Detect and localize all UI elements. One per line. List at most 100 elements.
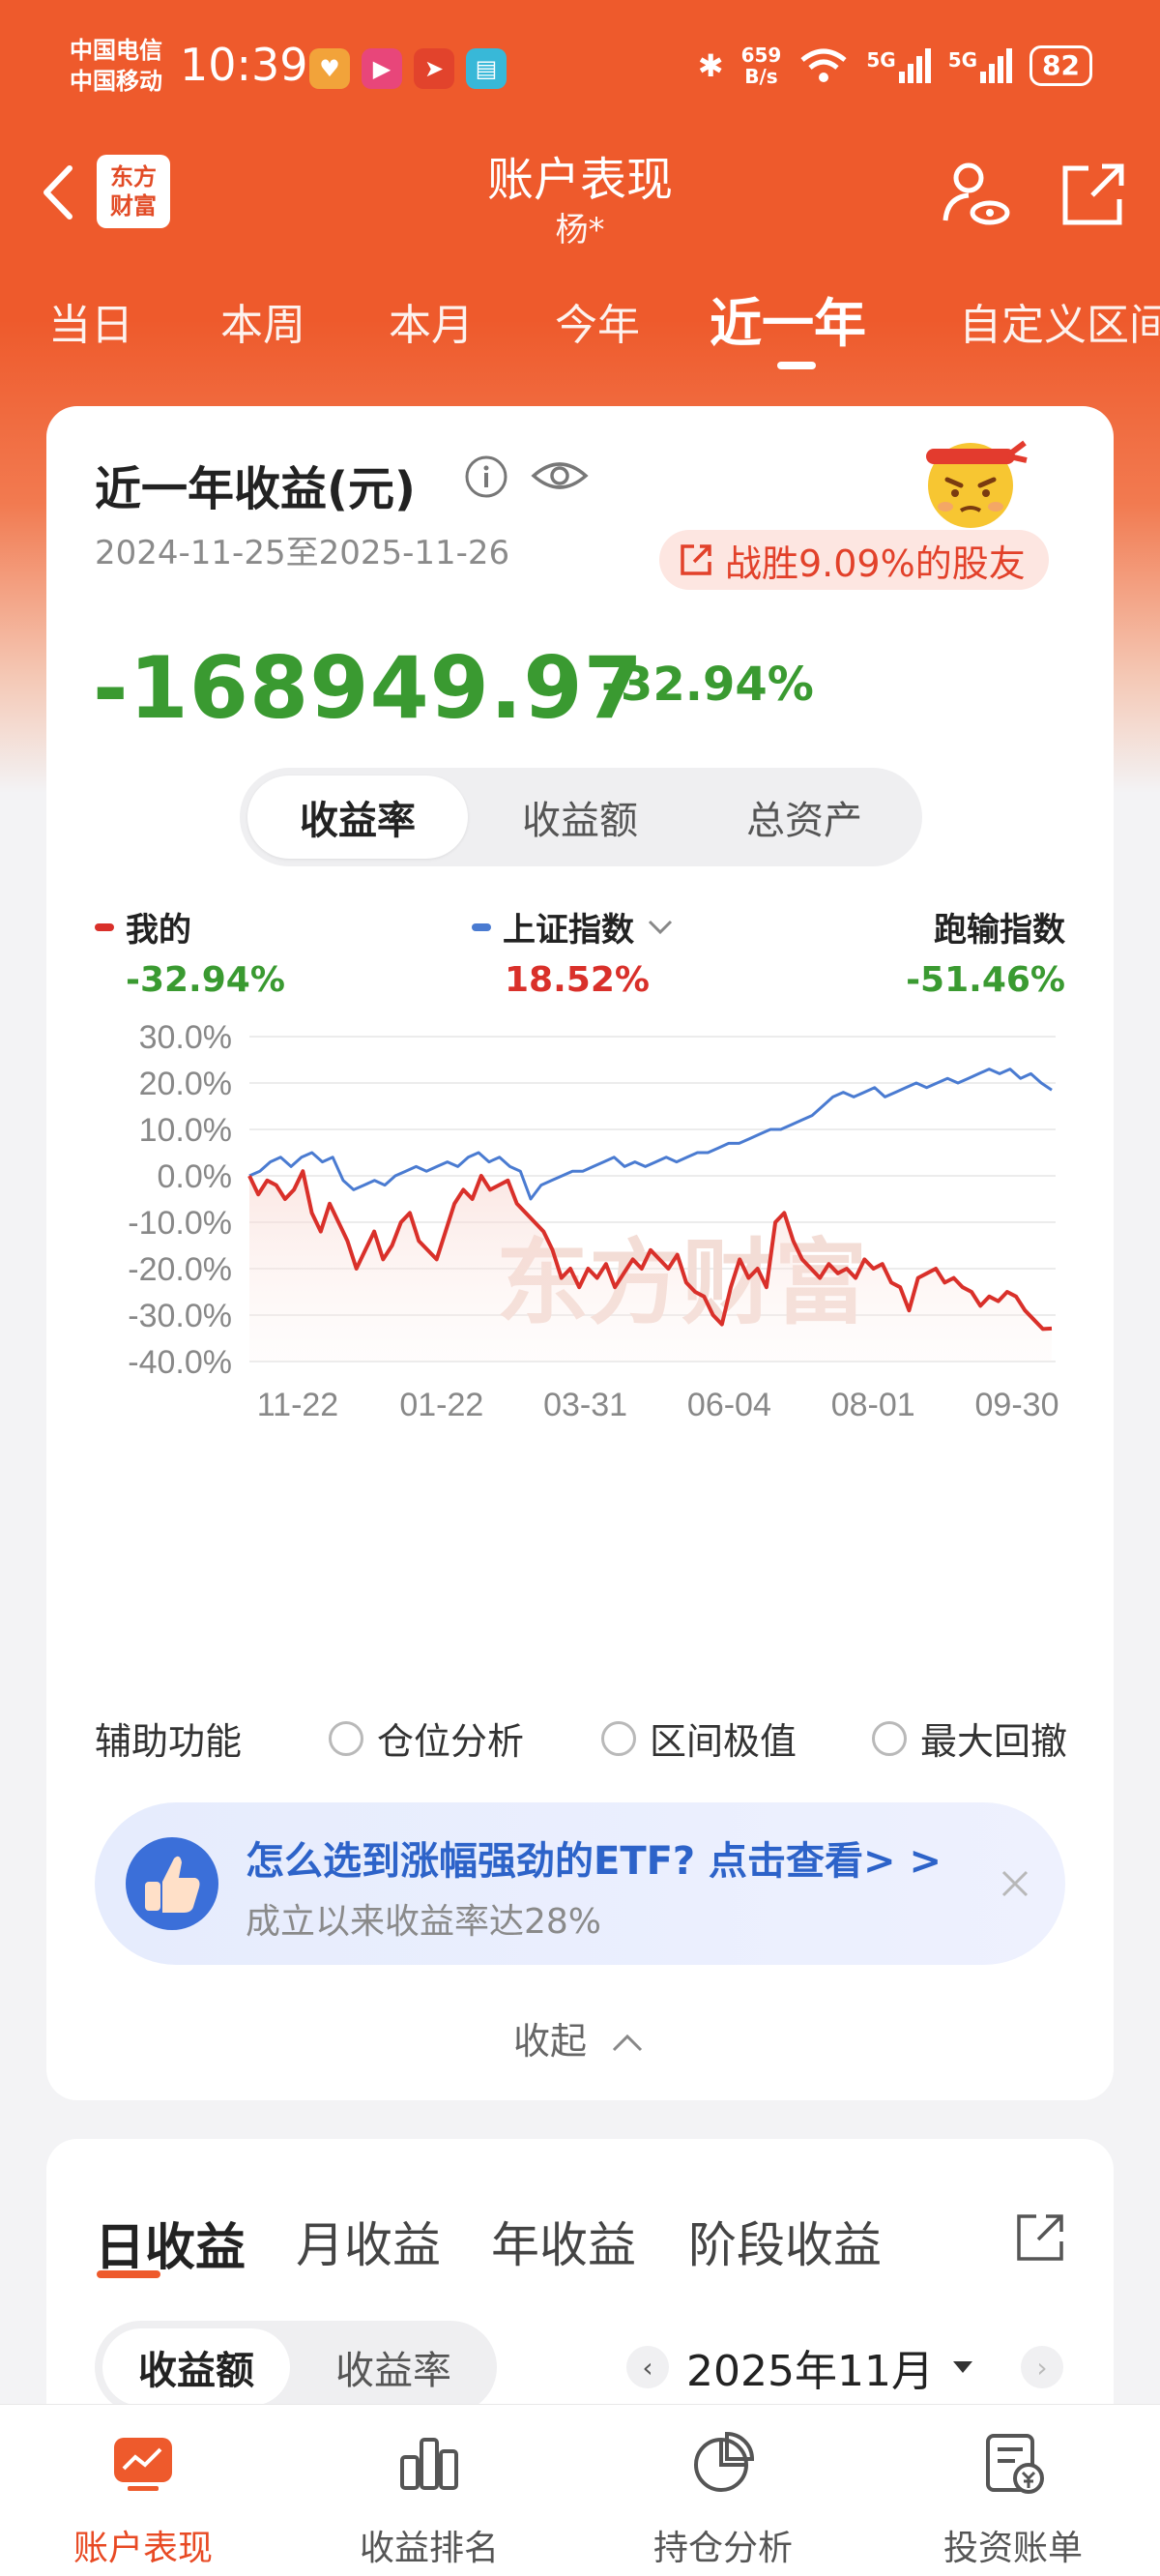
x-tick-label: 08-01 — [831, 1387, 915, 1423]
clock: 10:39 — [180, 39, 308, 91]
toggle-return-rate[interactable]: 收益率 — [247, 776, 468, 859]
tab-monthly-profit[interactable]: 月收益 — [296, 2207, 441, 2276]
nav-profit-ranking[interactable]: 收益排名 — [333, 2428, 526, 2570]
collapse-button[interactable]: 收起 — [46, 2011, 1114, 2064]
caret-down-icon[interactable] — [951, 2359, 974, 2375]
carrier-1: 中国电信 — [70, 37, 162, 64]
nav-holding-analysis[interactable]: 持仓分析 — [626, 2428, 820, 2570]
return-chart[interactable]: 30.0% 20.0% 10.0% 0.0% -10.0% -20.0% -30.0% -40… — [46, 1002, 1114, 1427]
toggle-profit-amount[interactable]: 收益额 — [102, 2328, 290, 2406]
nav-label-bill: 投资账单 — [942, 2529, 1083, 2568]
radio-icon[interactable] — [872, 1720, 907, 1756]
prev-month-icon[interactable]: ‹ — [626, 2346, 669, 2388]
tab-week[interactable]: 本周 — [220, 290, 305, 352]
bluetooth-icon: ✱ — [697, 47, 724, 84]
etf-promo-banner[interactable]: 怎么选到涨幅强劲的ETF? 点击查看> > 成立以来收益率达28% — [95, 1802, 1065, 1965]
signal-2-label: 5G — [947, 48, 978, 72]
index-color-swatch — [472, 922, 491, 931]
legend-mine-label: 我的 — [126, 911, 191, 950]
nav-label-performance: 账户表现 — [72, 2529, 213, 2568]
performance-chart-icon — [114, 2438, 172, 2491]
y-tick-label: 20.0% — [139, 1066, 232, 1102]
mine-color-swatch — [95, 922, 114, 931]
signal-1-label: 5G — [866, 48, 896, 72]
aux-position-analysis[interactable]: 仓位分析 — [329, 1712, 524, 1765]
beat-peers-badge[interactable]: 战胜9.09%的股友 — [659, 530, 1049, 590]
aux-label: 辅助功能 — [95, 1720, 243, 1763]
beat-peers-text: 战胜9.09%的股友 — [725, 542, 1026, 585]
share-icon[interactable] — [1054, 157, 1131, 234]
next-month-icon[interactable]: › — [1020, 2346, 1063, 2388]
nav-account-performance[interactable]: 账户表现 — [46, 2428, 240, 2570]
promo-title: 怎么选到涨幅强劲的ETF? 点击查看> > — [246, 1839, 942, 1884]
radio-icon[interactable] — [329, 1720, 363, 1756]
y-tick-label: 30.0% — [139, 1019, 232, 1056]
tab-month[interactable]: 本月 — [389, 290, 474, 352]
status-bar: 中国电信 中国移动 10:39 ♥ ▶ ➤ ▤ ✱ 659 B/s 5G 5G … — [0, 0, 1160, 135]
send-app-icon: ➤ — [414, 48, 454, 89]
net-speed-unit: B/s — [744, 65, 778, 88]
legend-index[interactable]: 上证指数 18.52% — [472, 903, 675, 1000]
info-icon[interactable] — [464, 454, 508, 499]
toggle-profit-rate[interactable]: 收益率 — [300, 2328, 487, 2406]
legend-gap: 跑输指数 -51.46% — [856, 903, 1065, 1000]
user-privacy-icon[interactable] — [938, 157, 1015, 234]
pie-chart-icon — [694, 2431, 755, 2492]
tab-custom[interactable]: 自定义区间 — [959, 290, 1160, 352]
eye-icon[interactable] — [530, 451, 590, 501]
net-speed-value: 659 — [740, 44, 782, 67]
carrier-2: 中国移动 — [70, 68, 162, 95]
nav-label-ranking: 收益排名 — [359, 2529, 499, 2568]
net-speed: 659 B/s — [741, 44, 782, 87]
total-profit-pct: -32.94% — [601, 658, 814, 712]
chevron-up-icon — [612, 2034, 643, 2052]
x-tick-label: 06-04 — [687, 1387, 771, 1423]
signal-bars-icon — [898, 48, 931, 83]
mine-area — [249, 1171, 1052, 1361]
heart-app-icon: ♥ — [309, 48, 350, 89]
legend-mine: 我的 -32.94% — [95, 903, 285, 1000]
tab-stage-profit[interactable]: 阶段收益 — [688, 2207, 882, 2276]
close-icon[interactable] — [998, 1866, 1032, 1901]
nav-investment-bill[interactable]: 投资账单 — [916, 2428, 1110, 2570]
y-tick-label: -30.0% — [128, 1298, 232, 1334]
month-label[interactable]: 2025年11月 — [686, 2336, 934, 2398]
battery-icon: 82 — [1030, 45, 1092, 86]
legend-gap-value: -51.46% — [906, 960, 1065, 1000]
period-tabs: 当日 本周 本月 今年 近一年 自定义区间 — [0, 280, 1160, 369]
y-tick-label: 10.0% — [139, 1112, 232, 1149]
summary-title: 近一年收益(元) — [95, 462, 416, 516]
tab-daily-profit[interactable]: 日收益 — [95, 2207, 246, 2279]
x-tick-label: 01-22 — [399, 1387, 483, 1423]
share-icon[interactable] — [1011, 2209, 1069, 2267]
aux-position-label: 仓位分析 — [377, 1720, 525, 1763]
angry-face-icon — [926, 440, 1028, 528]
y-tick-label: -10.0% — [128, 1205, 232, 1242]
thumbs-up-icon — [126, 1837, 218, 1930]
legend-index-value: 18.52% — [505, 960, 650, 1000]
signal-1: 5G — [866, 48, 931, 83]
video-app-icon: ▶ — [362, 48, 402, 89]
profit-metric-toggle: 收益额 收益率 — [95, 2321, 497, 2414]
tab-ytd[interactable]: 今年 — [555, 290, 640, 352]
wifi-icon — [800, 48, 847, 82]
tab-one-year[interactable]: 近一年 — [710, 280, 866, 357]
tab-today[interactable]: 当日 — [48, 290, 133, 352]
performance-card: 近一年收益(元) 2024-11-25至2025-11-26 战胜9.09%的股… — [46, 406, 1114, 2100]
aux-range-extremes[interactable]: 区间极值 — [601, 1712, 797, 1765]
tab-yearly-profit[interactable]: 年收益 — [491, 2207, 636, 2276]
x-tick-label: 11-22 — [257, 1387, 338, 1423]
total-profit: -168949.97 — [93, 638, 644, 738]
aux-extremes-label: 区间极值 — [650, 1720, 798, 1763]
y-tick-label: 0.0% — [158, 1158, 233, 1195]
chevron-down-icon — [648, 920, 673, 934]
legend-mine-value: -32.94% — [126, 960, 285, 1000]
toggle-return-amount[interactable]: 收益额 — [470, 776, 690, 859]
aux-max-drawdown[interactable]: 最大回撤 — [872, 1712, 1067, 1765]
series-line-index — [248, 1068, 1053, 1201]
bill-icon — [986, 2434, 1044, 2494]
signal-2: 5G — [947, 48, 1013, 83]
radio-icon[interactable] — [601, 1720, 636, 1756]
active-profit-tab-indicator — [97, 2270, 160, 2278]
toggle-total-assets[interactable]: 总资产 — [694, 776, 914, 859]
